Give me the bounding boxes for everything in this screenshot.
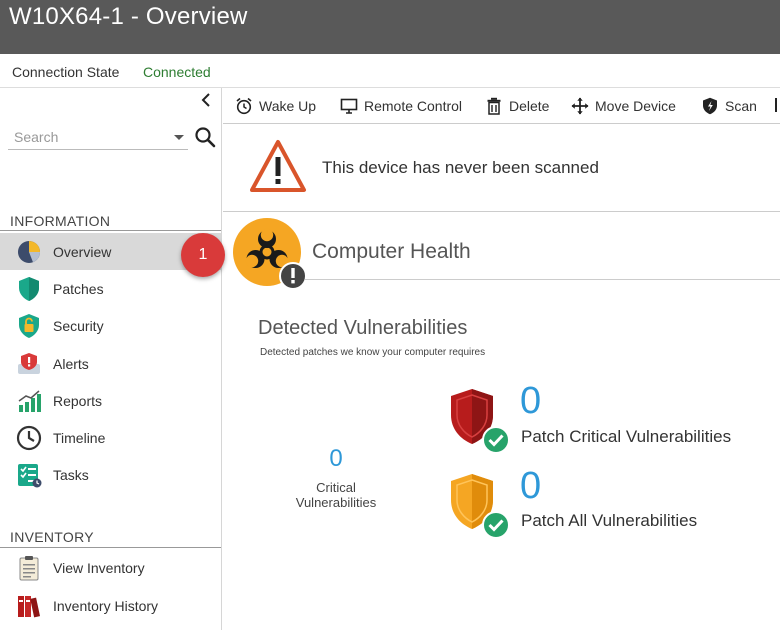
clipboard-icon — [19, 556, 39, 581]
detected-vulnerabilities-title: Detected Vulnerabilities — [258, 317, 468, 339]
scan-button[interactable]: Scan — [701, 96, 763, 116]
sidebar-item-inventory-history[interactable]: Inventory History — [0, 587, 221, 624]
clock-icon — [16, 425, 42, 451]
sidebar-item-label: Tasks — [53, 467, 89, 483]
section-title-information: INFORMATION — [10, 213, 111, 229]
binders-icon — [18, 596, 41, 618]
sidebar-item-tasks[interactable]: Tasks — [0, 456, 221, 493]
divider — [0, 230, 221, 231]
move-device-button[interactable]: Move Device — [571, 96, 683, 116]
sidebar-item-label: Reports — [53, 393, 103, 409]
connection-bar: Connection State Connected — [0, 54, 780, 88]
orange-shield-check-icon — [451, 474, 510, 539]
sidebar: INFORMATION Overview Patches Security — [0, 88, 222, 630]
critical-label-line1: Critical — [316, 480, 356, 495]
patch-all-label[interactable]: Patch All Vulnerabilities — [521, 511, 697, 531]
search-icon[interactable] — [194, 126, 216, 148]
patch-critical-count[interactable]: 0 — [520, 380, 541, 423]
trash-icon — [487, 97, 501, 115]
patch-critical-label[interactable]: Patch Critical Vulnerabilities — [521, 427, 731, 447]
tasks-icon — [18, 464, 42, 488]
critical-vulnerabilities-count[interactable]: 0 — [316, 445, 356, 473]
move-arrows-icon — [571, 97, 589, 115]
more-icon — [775, 98, 777, 112]
warning-triangle-icon — [250, 140, 306, 192]
warning-text: This device has never been scanned — [322, 158, 599, 177]
chevron-left-icon — [201, 93, 210, 107]
page-title: W10X64-1 - Overview — [9, 3, 248, 30]
delete-button[interactable]: Delete — [485, 96, 553, 116]
computer-health-title: Computer Health — [312, 240, 471, 263]
sidebar-item-label: Overview — [53, 244, 112, 260]
sidebar-item-label: View Inventory — [53, 560, 145, 576]
connection-state-value: Connected — [143, 64, 211, 80]
search-field[interactable] — [8, 124, 188, 150]
sidebar-item-view-inventory[interactable]: View Inventory — [0, 549, 221, 586]
scan-shield-icon — [703, 97, 717, 115]
delete-label: Delete — [509, 98, 550, 114]
shield-icon — [19, 277, 39, 301]
divider — [0, 547, 221, 548]
collapse-sidebar-button[interactable] — [198, 92, 214, 112]
detected-vulnerabilities-subtitle: Detected patches we know your computer r… — [260, 347, 486, 358]
wake-up-button[interactable]: Wake Up — [235, 96, 323, 116]
sidebar-item-alerts[interactable]: Alerts — [0, 345, 221, 382]
monitor-icon — [340, 98, 358, 114]
patch-all-count[interactable]: 0 — [520, 465, 541, 508]
pie-chart-icon — [18, 241, 40, 263]
sidebar-item-label: Inventory History — [53, 598, 159, 614]
lock-shield-icon — [19, 314, 39, 338]
sidebar-item-label: Alerts — [53, 356, 89, 372]
sidebar-item-label: Timeline — [53, 430, 106, 446]
callout-badge: 1 — [181, 233, 225, 277]
sidebar-item-label: Security — [53, 318, 104, 334]
divider — [305, 279, 780, 280]
chevron-down-icon[interactable] — [174, 135, 184, 140]
connection-state-label: Connection State — [12, 64, 120, 80]
search-input[interactable] — [8, 126, 164, 148]
bar-chart-icon — [18, 390, 41, 412]
toolbar: Wake Up Remote Control Delete Move Devic… — [223, 88, 780, 124]
move-device-label: Move Device — [595, 98, 676, 114]
sidebar-item-reports[interactable]: Reports — [0, 382, 221, 419]
title-bar: W10X64-1 - Overview — [0, 0, 780, 54]
never-scanned-warning: This device has never been scanned — [223, 124, 780, 212]
more-toolbar-button[interactable] — [775, 96, 780, 116]
remote-control-label: Remote Control — [364, 98, 463, 114]
scan-label: Scan — [725, 98, 757, 114]
sidebar-item-patches[interactable]: Patches — [0, 270, 221, 307]
section-title-inventory: INVENTORY — [10, 529, 94, 545]
alarm-clock-icon — [236, 97, 252, 115]
sidebar-item-label: Patches — [53, 281, 104, 297]
remote-control-button[interactable]: Remote Control — [340, 96, 468, 116]
sidebar-item-security[interactable]: Security — [0, 307, 221, 344]
critical-label-line2: Vulnerabilities — [295, 495, 377, 510]
sidebar-item-timeline[interactable]: Timeline — [0, 419, 221, 456]
wake-up-label: Wake Up — [259, 98, 317, 114]
red-shield-check-icon — [451, 389, 510, 454]
biohazard-icon — [233, 218, 307, 290]
alert-icon — [18, 353, 40, 374]
critical-vulnerabilities-label: Critical Vulnerabilities — [280, 480, 392, 510]
